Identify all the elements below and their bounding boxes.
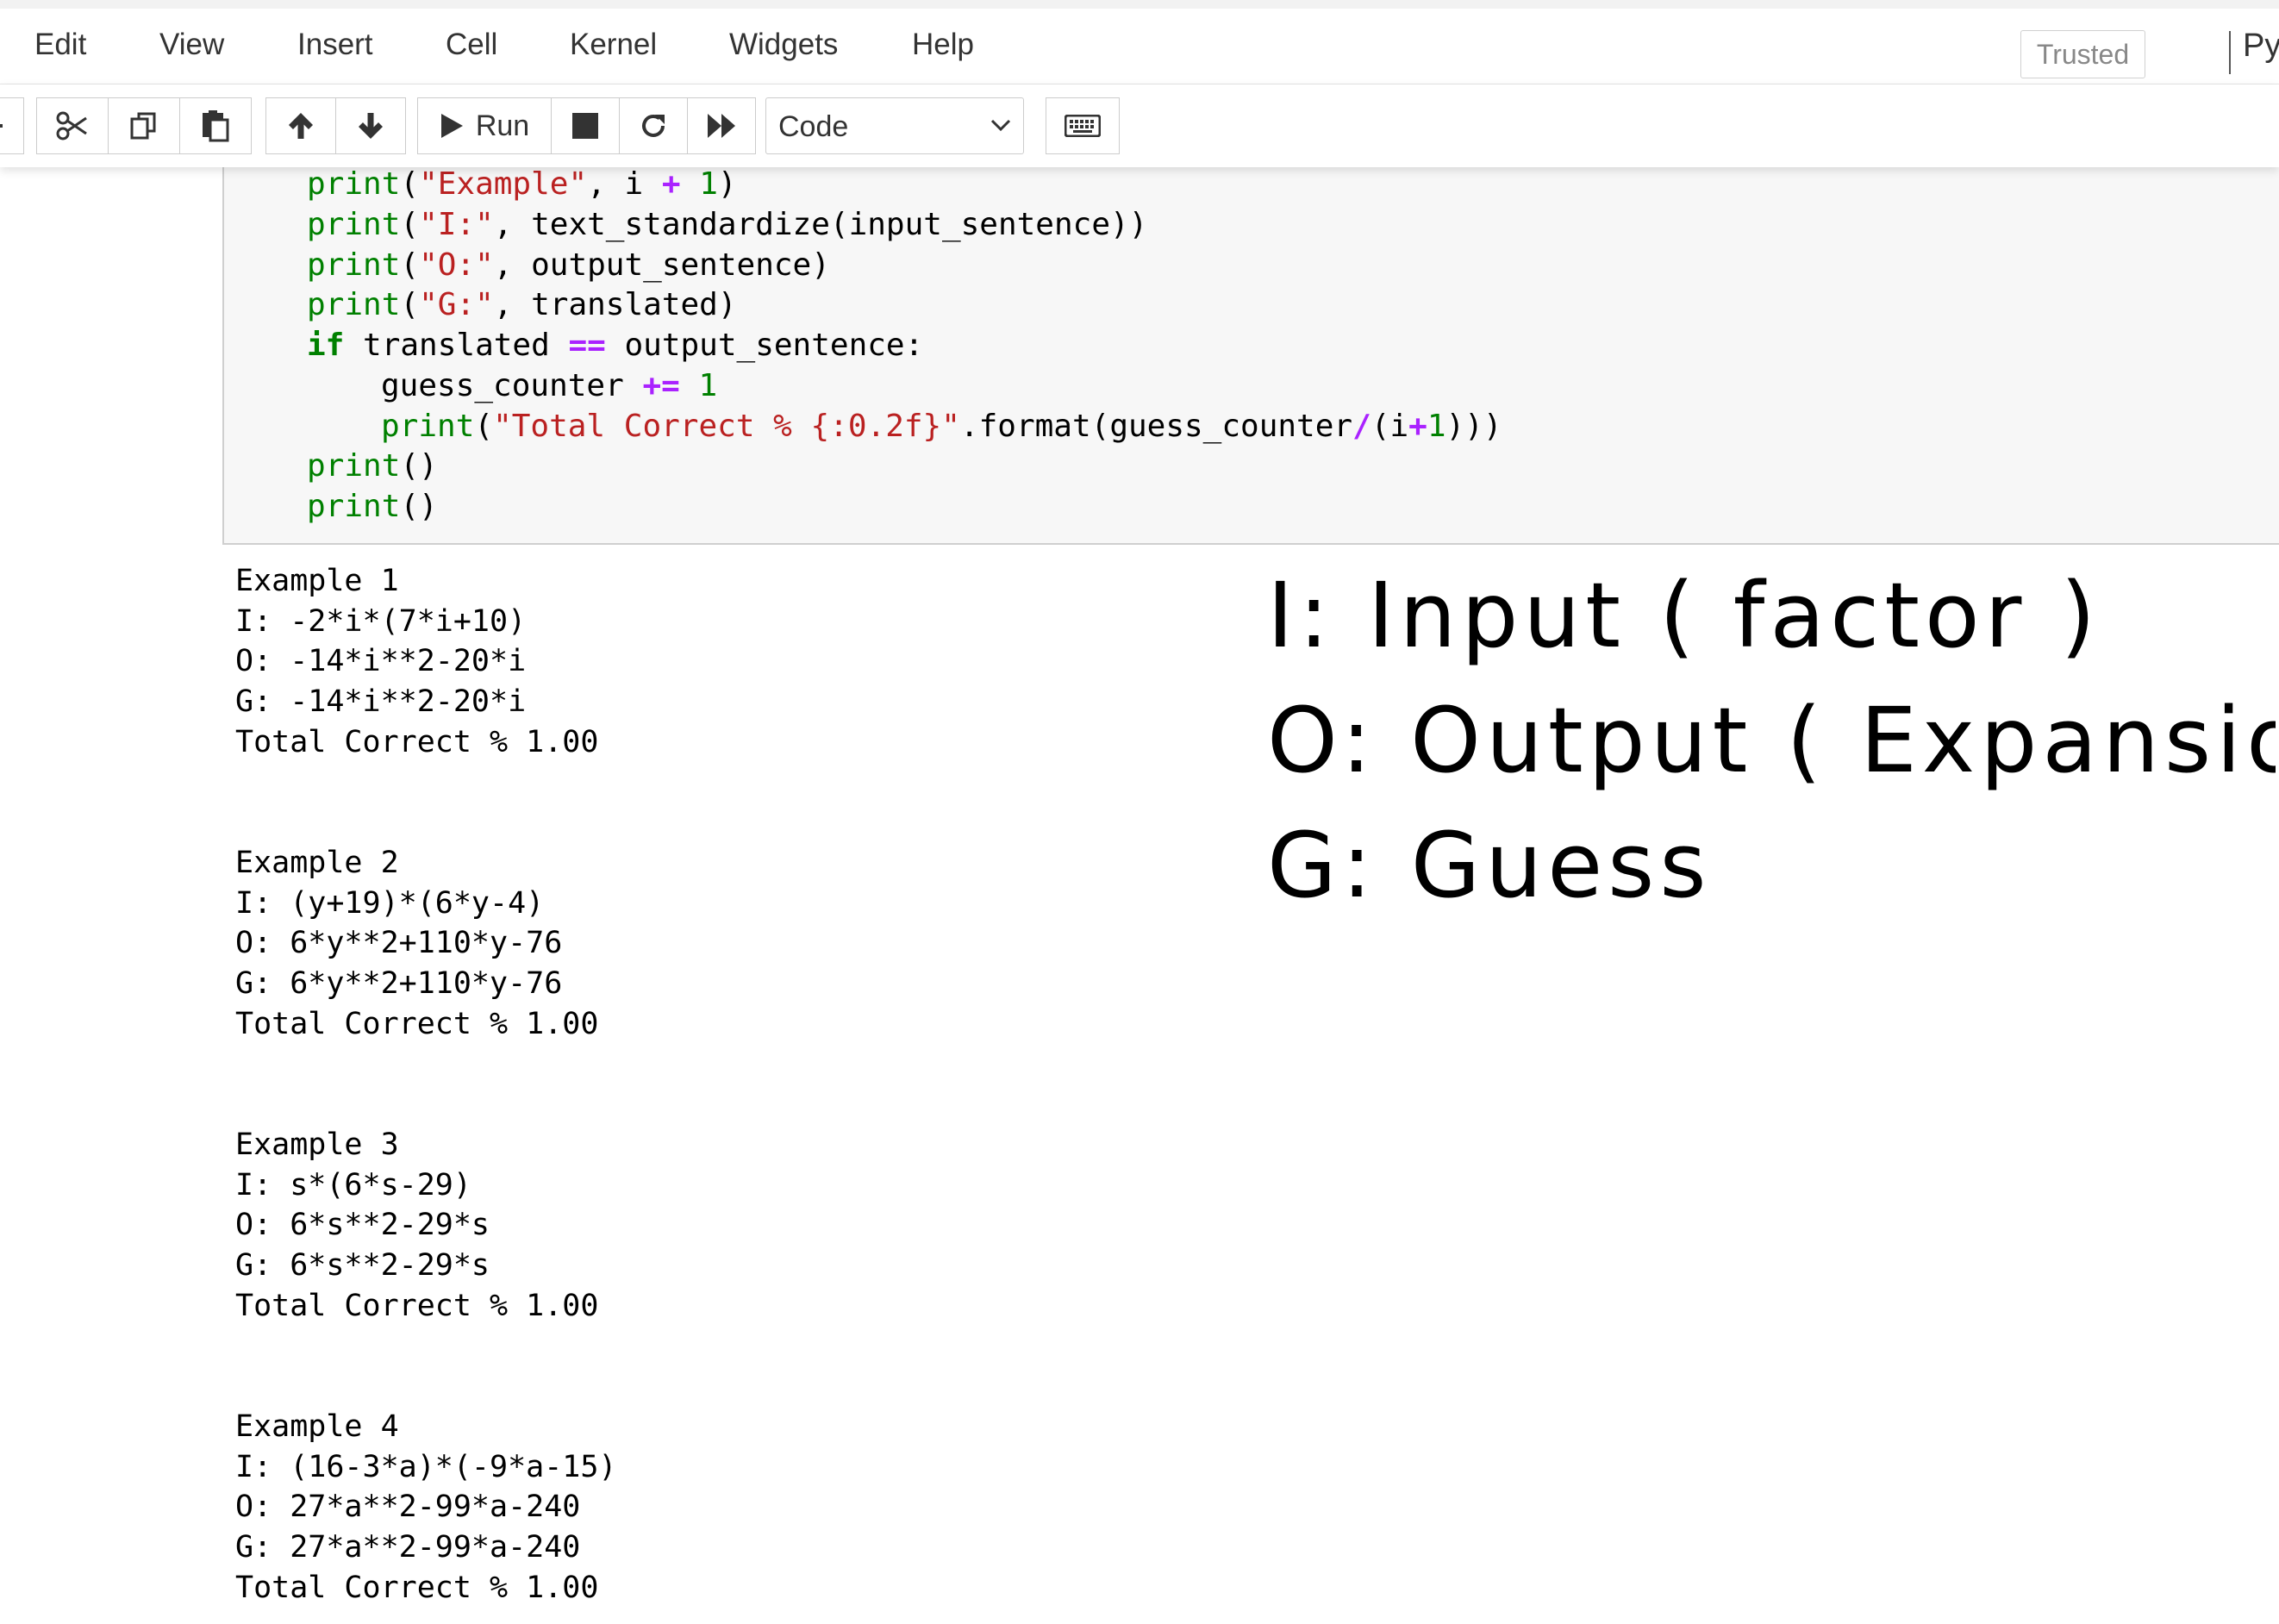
code-line: print("O:", output_sentence) — [307, 247, 830, 283]
add-cell-button[interactable] — [0, 97, 24, 154]
move-up-button[interactable] — [265, 97, 336, 154]
code-cell-input[interactable]: print("Example", i + 1) print("I:", text… — [222, 167, 2279, 545]
menu-help[interactable]: Help — [912, 28, 974, 62]
interrupt-button[interactable] — [551, 97, 620, 154]
output-example-title: Example 2 — [235, 846, 399, 880]
output-output-line: O: 27*a**2-99*a-240 — [235, 1490, 581, 1524]
annotation-output-legend: O: Output ( Expansion ) — [1267, 688, 2276, 793]
copy-button[interactable] — [108, 97, 180, 154]
code-line: print() — [307, 448, 438, 484]
fast-forward-icon — [708, 114, 735, 138]
stop-icon — [572, 113, 598, 139]
output-guess-line: G: 6*s**2-29*s — [235, 1248, 490, 1283]
scissors-icon — [56, 111, 87, 141]
menu-cell[interactable]: Cell — [446, 28, 497, 62]
restart-icon — [642, 115, 665, 137]
output-input-line: I: s*(6*s-29) — [235, 1168, 471, 1202]
output-output-line: O: -14*i**2-20*i — [235, 644, 527, 678]
annotation-guess-legend: G: Guess — [1267, 813, 1712, 918]
output-input-line: I: (y+19)*(6*y-4) — [235, 886, 545, 921]
menu-bar: Edit View Insert Cell Kernel Widgets Hel… — [0, 0, 2279, 84]
menu-view[interactable]: View — [159, 28, 224, 62]
output-total-line: Total Correct % 1.00 — [235, 1571, 599, 1605]
output-total-line: Total Correct % 1.00 — [235, 1007, 599, 1041]
output-total-line: Total Correct % 1.00 — [235, 1289, 599, 1323]
output-example-title: Example 3 — [235, 1127, 399, 1162]
code-line: guess_counter += 1 — [381, 368, 718, 403]
cell-type-select[interactable]: Code — [765, 97, 1024, 154]
arrow-up-icon — [289, 113, 313, 139]
code-line: if translated == output_sentence: — [307, 328, 924, 363]
trusted-indicator[interactable]: Trusted — [2020, 30, 2145, 78]
plus-icon — [0, 124, 3, 128]
restart-run-all-button[interactable] — [687, 97, 756, 154]
output-output-line: O: 6*y**2+110*y-76 — [235, 926, 563, 960]
arrow-down-icon — [359, 113, 383, 139]
code-line: print("Example", i + 1) — [307, 166, 737, 202]
output-example-title: Example 4 — [235, 1409, 399, 1444]
handwritten-annotation: I: Input ( factor ) O: Output ( Expansio… — [1267, 563, 2276, 918]
cut-button[interactable] — [36, 97, 109, 154]
toolbar: Run Code — [0, 84, 2279, 167]
play-icon — [440, 114, 463, 138]
command-palette-button[interactable] — [1046, 97, 1120, 154]
kernel-divider — [2229, 31, 2231, 74]
code-line: print("G:", translated) — [307, 287, 737, 322]
kernel-name[interactable]: Py — [2243, 28, 2279, 65]
output-input-line: I: (16-3*a)*(-9*a-15) — [235, 1450, 617, 1484]
move-down-button[interactable] — [335, 97, 406, 154]
code-line: print() — [307, 489, 438, 524]
run-label: Run — [475, 109, 530, 142]
output-output-line: O: 6*s**2-29*s — [235, 1208, 490, 1242]
code-line: print("I:", text_standardize(input_sente… — [307, 207, 1148, 242]
menu-widgets[interactable]: Widgets — [729, 28, 838, 62]
code-line: print("Total Correct % {:0.2f}".format(g… — [381, 409, 1502, 444]
run-button[interactable]: Run — [417, 97, 552, 154]
menu-edit[interactable]: Edit — [34, 28, 86, 62]
output-guess-line: G: -14*i**2-20*i — [235, 684, 527, 719]
chevron-down-icon — [990, 119, 1011, 132]
output-example-title: Example 1 — [235, 564, 399, 598]
restart-button[interactable] — [619, 97, 688, 154]
paste-icon — [203, 110, 229, 142]
menu-insert[interactable]: Insert — [297, 28, 373, 62]
menu-kernel[interactable]: Kernel — [570, 28, 657, 62]
paste-button[interactable] — [179, 97, 252, 154]
output-guess-line: G: 27*a**2-99*a-240 — [235, 1530, 581, 1565]
cell-type-value: Code — [778, 110, 849, 143]
output-guess-line: G: 6*y**2+110*y-76 — [235, 966, 563, 1001]
copy-icon — [130, 112, 156, 140]
output-total-line: Total Correct % 1.00 — [235, 725, 599, 759]
annotation-input-legend: I: Input ( factor ) — [1267, 563, 2101, 668]
output-input-line: I: -2*i*(7*i+10) — [235, 604, 527, 639]
keyboard-icon — [1065, 115, 1101, 137]
